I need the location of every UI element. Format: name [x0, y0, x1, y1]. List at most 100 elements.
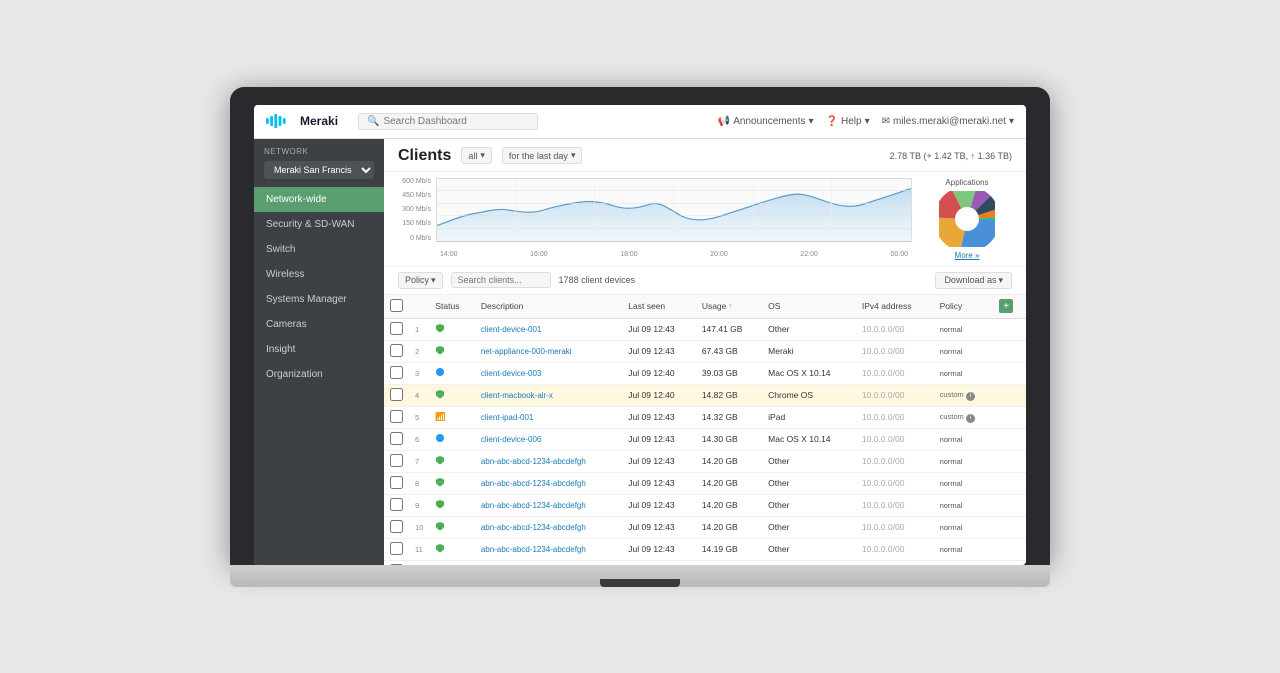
- table-row: 7 abn-abc-abcd-1234-abcdefgh Jul 09 12:4…: [384, 450, 1026, 472]
- sidebar-item-switch[interactable]: Switch: [254, 237, 384, 262]
- th-usage[interactable]: Usage ↑: [696, 295, 762, 319]
- row-checkbox[interactable]: [390, 322, 403, 335]
- row-last-seen: Jul 09 12:43: [622, 318, 696, 340]
- client-link[interactable]: abn-abc-abcd-1234-abcdefgh: [481, 479, 586, 488]
- client-count: 1788 client devices: [559, 275, 636, 285]
- row-checkbox[interactable]: [390, 476, 403, 489]
- row-checkbox-cell: [384, 472, 409, 494]
- brand-logo: Meraki: [266, 114, 346, 128]
- row-ipv4: 10.0.0.0/00: [856, 362, 934, 384]
- top-nav-right: 📢 Announcements ▾ ❓ Help ▾ ✉ miles.merak…: [718, 116, 1014, 127]
- row-last-seen: Jul 09 12:43: [622, 516, 696, 538]
- row-checkbox-cell: [384, 384, 409, 406]
- x-label-6: 00:00: [890, 251, 908, 258]
- pie-svg: [939, 191, 995, 247]
- network-selector[interactable]: Meraki San Francisco: [264, 161, 374, 179]
- select-all-checkbox[interactable]: [390, 299, 403, 312]
- user-email: miles.meraki@meraki.net: [893, 116, 1006, 127]
- row-number: 12: [409, 560, 429, 565]
- th-policy: Policy: [934, 295, 994, 319]
- client-link[interactable]: client-macbook-air-x: [481, 391, 553, 400]
- row-checkbox[interactable]: [390, 432, 403, 445]
- row-description: client-device-003: [475, 362, 622, 384]
- row-os: Other: [762, 538, 856, 560]
- row-policy: custom i: [934, 384, 994, 406]
- client-link[interactable]: net-appliance-000-meraki: [481, 347, 572, 356]
- row-checkbox[interactable]: [390, 410, 403, 423]
- applications-more-link[interactable]: More »: [922, 251, 1012, 260]
- client-link[interactable]: client-ipad-001: [481, 413, 533, 422]
- chart-plot: [436, 178, 912, 242]
- content-header: Clients all ▾ for the last day ▾ 2.78 TB…: [384, 139, 1026, 172]
- chevron-down-icon: ▾: [809, 116, 814, 127]
- client-link[interactable]: abn-abc-abcd-1234-abcdefgh: [481, 501, 586, 510]
- sidebar-item-wireless[interactable]: Wireless: [254, 262, 384, 287]
- row-checkbox[interactable]: [390, 454, 403, 467]
- download-button[interactable]: Download as ▾: [935, 272, 1012, 289]
- search-input[interactable]: [383, 116, 529, 127]
- row-ipv4: 10.0.0.0/00: [856, 516, 934, 538]
- filter-time-label: for the last day: [509, 151, 568, 161]
- row-description: abn-abc-abcd-1234-abcdefgh: [475, 516, 622, 538]
- sidebar-item-security-sdwan[interactable]: Security & SD-WAN: [254, 212, 384, 237]
- app-wrapper: Meraki 🔍 📢 Announcements ▾ ❓: [254, 105, 1026, 565]
- client-search-input[interactable]: [451, 272, 551, 288]
- row-os: Mac OS X 10.14: [762, 362, 856, 384]
- row-checkbox[interactable]: [390, 564, 403, 565]
- row-checkbox[interactable]: [390, 498, 403, 511]
- row-os: Mac OS X 10.14: [762, 428, 856, 450]
- row-checkbox[interactable]: [390, 388, 403, 401]
- row-number: 5: [409, 406, 429, 428]
- row-checkbox[interactable]: [390, 520, 403, 533]
- row-description: client-ipad-001: [475, 406, 622, 428]
- row-status: [429, 494, 475, 516]
- sidebar-item-cameras[interactable]: Cameras: [254, 312, 384, 337]
- chevron-down-icon: ▾: [1009, 116, 1014, 127]
- policy-dropdown[interactable]: Policy ▾: [398, 272, 443, 289]
- sidebar-item-insight[interactable]: Insight: [254, 337, 384, 362]
- table-row: 12 abn-abc-abcd-1234-abcdefgh Jul 09 12:…: [384, 560, 1026, 565]
- row-status: [429, 472, 475, 494]
- y-label-2: 450 Mb/s: [398, 192, 434, 199]
- row-checkbox[interactable]: [390, 542, 403, 555]
- table-row: 8 abn-abc-abcd-1234-abcdefgh Jul 09 12:4…: [384, 472, 1026, 494]
- row-checkbox[interactable]: [390, 344, 403, 357]
- add-column-button[interactable]: +: [999, 299, 1013, 313]
- sidebar-item-network-wide[interactable]: Network-wide: [254, 187, 384, 212]
- row-checkbox-cell: [384, 494, 409, 516]
- filter-time-dropdown[interactable]: for the last day ▾: [502, 147, 583, 164]
- sidebar-item-organization[interactable]: Organization: [254, 362, 384, 387]
- row-checkbox[interactable]: [390, 366, 403, 379]
- row-status: [429, 516, 475, 538]
- row-status: [429, 538, 475, 560]
- chevron-down-icon: ▾: [865, 116, 870, 127]
- sidebar-item-systems-manager[interactable]: Systems Manager: [254, 287, 384, 312]
- row-extra: [993, 406, 1026, 428]
- filter-all-dropdown[interactable]: all ▾: [461, 147, 492, 164]
- row-extra: [993, 340, 1026, 362]
- user-menu[interactable]: ✉ miles.meraki@meraki.net ▾: [882, 116, 1014, 127]
- client-link[interactable]: abn-abc-abcd-1234-abcdefgh: [481, 457, 586, 466]
- row-last-seen: Jul 09 12:40: [622, 384, 696, 406]
- row-usage: 14.19 GB: [696, 560, 762, 565]
- y-label-5: 0 Mb/s: [398, 235, 434, 242]
- row-ipv4: 10.0.0.0/00: [856, 472, 934, 494]
- client-link[interactable]: client-device-006: [481, 435, 541, 444]
- help-menu[interactable]: ❓ Help ▾: [826, 116, 870, 127]
- mail-icon: ✉: [882, 116, 890, 127]
- usage-sort[interactable]: Usage ↑: [702, 301, 756, 311]
- client-link[interactable]: abn-abc-abcd-1234-abcdefgh: [481, 523, 586, 532]
- row-last-seen: Jul 09 12:40: [622, 362, 696, 384]
- meraki-brand-text: Meraki: [300, 114, 338, 128]
- chevron-down-icon: ▾: [480, 150, 485, 161]
- client-link[interactable]: client-device-003: [481, 369, 541, 378]
- row-extra: [993, 362, 1026, 384]
- client-link[interactable]: abn-abc-abcd-1234-abcdefgh: [481, 545, 586, 554]
- client-link[interactable]: client-device-001: [481, 325, 541, 334]
- row-last-seen: Jul 09 12:43: [622, 560, 696, 565]
- chart-x-labels: 14:00 16:00 18:00 20:00 22:00 00:00: [436, 251, 912, 258]
- search-bar[interactable]: 🔍: [358, 113, 538, 130]
- row-last-seen: Jul 09 12:43: [622, 428, 696, 450]
- laptop-screen: Meraki 🔍 📢 Announcements ▾ ❓: [254, 105, 1026, 565]
- announcements-menu[interactable]: 📢 Announcements ▾: [718, 116, 814, 127]
